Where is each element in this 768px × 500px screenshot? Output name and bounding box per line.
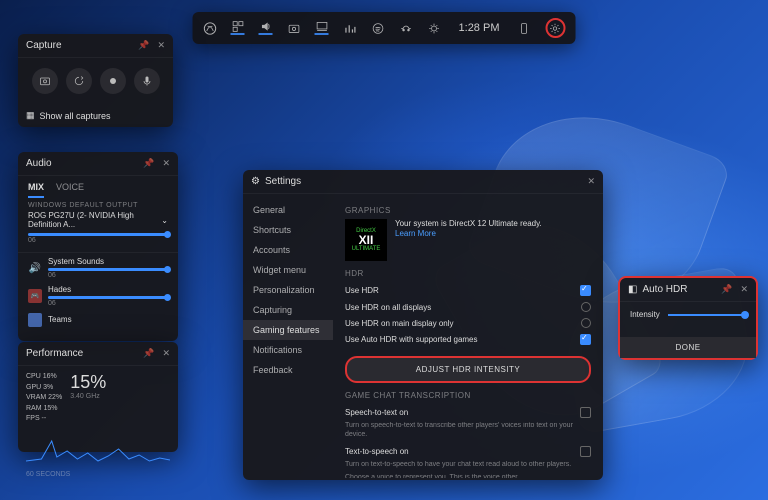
- opt-auto-hdr: Use Auto HDR with supported games: [345, 335, 478, 344]
- audio-icon[interactable]: [259, 21, 273, 35]
- nav-capturing[interactable]: Capturing: [243, 300, 333, 320]
- tts-checkbox[interactable]: [580, 446, 591, 457]
- record-last-button[interactable]: [66, 68, 92, 94]
- perf-percent: 15%: [70, 372, 106, 393]
- perf-xlabel: 60 SECONDS: [18, 471, 178, 482]
- pin-icon[interactable]: 📌: [721, 284, 732, 295]
- mic-button[interactable]: [134, 68, 160, 94]
- autohdr-title: Auto HDR: [642, 284, 687, 295]
- vol-row-name: System Sounds: [48, 257, 168, 266]
- nav-gaming-features[interactable]: Gaming features: [243, 320, 333, 340]
- xbox-icon[interactable]: [203, 21, 217, 35]
- done-button[interactable]: DONE: [620, 337, 756, 358]
- pin-icon[interactable]: 📌: [138, 40, 149, 51]
- audio-device[interactable]: ROG PG27U (2- NVIDIA High Definition A..…: [28, 211, 161, 229]
- app-icon[interactable]: 🎮: [28, 289, 42, 303]
- close-icon[interactable]: ✕: [587, 176, 595, 187]
- opt-hdr-main: Use HDR on main display only: [345, 319, 454, 328]
- close-icon[interactable]: ✕: [162, 158, 170, 169]
- capture-title: Capture: [26, 40, 62, 51]
- close-icon[interactable]: ✕: [740, 284, 748, 295]
- directx-logo: DirectXXIIULTIMATE: [345, 219, 387, 261]
- gallery-icon: ▦: [26, 110, 35, 121]
- nav-general[interactable]: General: [243, 200, 333, 220]
- hdr-main-radio[interactable]: [581, 318, 591, 328]
- audio-title: Audio: [26, 158, 52, 169]
- nav-notifications[interactable]: Notifications: [243, 340, 333, 360]
- resources-icon[interactable]: [343, 21, 357, 35]
- opt-use-hdr: Use HDR: [345, 286, 379, 295]
- stt-checkbox[interactable]: [580, 407, 591, 418]
- tab-mix[interactable]: MIX: [28, 182, 44, 198]
- close-icon[interactable]: ✕: [157, 40, 165, 51]
- capture-icon[interactable]: [287, 21, 301, 35]
- dx-status: Your system is DirectX 12 Ultimate ready…: [395, 219, 542, 229]
- perf-ghz: 3.40 GHz: [70, 393, 106, 400]
- mobile-icon[interactable]: [517, 21, 531, 35]
- performance-widget: Performance 📌 ✕ CPU 16%GPU 3%VRAM 22%RAM 1…: [18, 342, 178, 452]
- stt-desc: Turn on speech-to-text to transcribe oth…: [345, 421, 591, 439]
- tts-desc: Turn on text-to-speech to have your chat…: [345, 460, 591, 469]
- brightness-icon[interactable]: [427, 21, 441, 35]
- intensity-label: Intensity: [630, 310, 660, 319]
- settings-icon-circled[interactable]: [545, 18, 565, 38]
- graphics-header: GRAPHICS: [345, 206, 591, 215]
- vol-slider[interactable]: [48, 268, 168, 271]
- use-hdr-checkbox[interactable]: [580, 285, 591, 296]
- pin-icon[interactable]: 📌: [143, 158, 154, 169]
- tab-voice[interactable]: VOICE: [56, 182, 84, 198]
- auto-hdr-checkbox[interactable]: [580, 334, 591, 345]
- settings-title: Settings: [265, 176, 301, 187]
- perf-stats: CPU 16%GPU 3%VRAM 22%RAM 15%FPS --: [26, 372, 62, 425]
- tts-label: Text-to-speech on: [345, 447, 409, 456]
- xbox-game-bar-topbar: 1:28 PM: [193, 12, 576, 44]
- hdr-header: HDR: [345, 269, 591, 278]
- stt-label: Speech-to-text on: [345, 408, 408, 417]
- default-output-label: WINDOWS DEFAULT OUTPUT: [28, 202, 168, 209]
- hdr-all-radio[interactable]: [581, 302, 591, 312]
- perf-title: Performance: [26, 348, 83, 359]
- show-all-captures[interactable]: ▦Show all captures: [18, 104, 173, 127]
- settings-widget: ⚙ Settings✕ General Shortcuts Accounts W…: [243, 170, 603, 480]
- record-button[interactable]: [100, 68, 126, 94]
- capture-widget: Capture 📌 ✕ ▦Show all captures: [18, 34, 173, 127]
- chevron-down-icon[interactable]: ⌄: [161, 216, 168, 225]
- xbox-social-icon[interactable]: [399, 21, 413, 35]
- learn-more-link[interactable]: Learn More: [395, 229, 436, 238]
- app-icon[interactable]: [28, 313, 42, 327]
- clock: 1:28 PM: [459, 22, 500, 34]
- settings-nav: General Shortcuts Accounts Widget menu P…: [243, 194, 333, 478]
- nav-personalization[interactable]: Personalization: [243, 280, 333, 300]
- device-volume-slider[interactable]: [28, 233, 168, 236]
- nav-shortcuts[interactable]: Shortcuts: [243, 220, 333, 240]
- device-volume-value: 06: [28, 237, 168, 244]
- auto-hdr-widget: ◧ Auto HDR📌✕ Intensity DONE: [618, 276, 758, 360]
- spotify-icon[interactable]: [371, 21, 385, 35]
- pin-icon[interactable]: 📌: [143, 348, 154, 359]
- vol-row-name: Teams: [48, 315, 168, 324]
- perf-chart: [26, 431, 170, 467]
- chat-header: GAME CHAT TRANSCRIPTION: [345, 391, 591, 400]
- nav-accounts[interactable]: Accounts: [243, 240, 333, 260]
- intensity-slider[interactable]: [668, 314, 746, 316]
- nav-widget-menu[interactable]: Widget menu: [243, 260, 333, 280]
- performance-icon[interactable]: [315, 21, 329, 35]
- tts-desc2: Choose a voice to represent you. This is…: [345, 473, 591, 478]
- audio-widget: Audio 📌 ✕ MIX VOICE WINDOWS DEFAULT OUTPUT…: [18, 152, 178, 341]
- widget-icon[interactable]: [231, 21, 245, 35]
- speaker-icon[interactable]: 🔊: [28, 261, 42, 275]
- nav-feedback[interactable]: Feedback: [243, 360, 333, 380]
- vol-slider[interactable]: [48, 296, 168, 299]
- close-icon[interactable]: ✕: [162, 348, 170, 359]
- screenshot-button[interactable]: [32, 68, 58, 94]
- adjust-hdr-intensity-button[interactable]: ADJUST HDR INTENSITY: [345, 356, 591, 383]
- vol-row-name: Hades: [48, 285, 168, 294]
- opt-hdr-all: Use HDR on all displays: [345, 303, 431, 312]
